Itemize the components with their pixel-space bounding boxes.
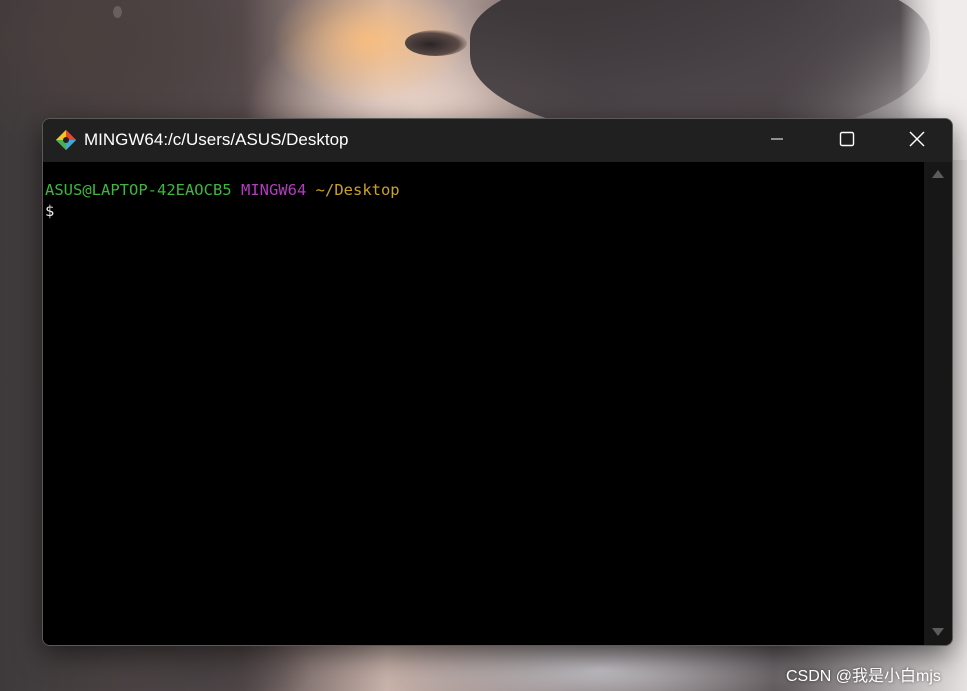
prompt-path: ~/Desktop <box>315 181 400 199</box>
wallpaper-dot <box>113 6 122 18</box>
scroll-down-icon[interactable] <box>932 628 944 636</box>
prompt-system: MINGW64 <box>240 181 307 199</box>
git-bash-window[interactable]: MINGW64:/c/Users/ASUS/Desktop ASUS@LAPTO… <box>42 118 953 646</box>
minimize-button[interactable] <box>742 119 812 162</box>
wallpaper-eye <box>405 30 467 56</box>
command-line[interactable]: $ <box>45 201 54 221</box>
close-button[interactable] <box>882 119 952 162</box>
prompt-symbol: $ <box>45 202 55 220</box>
terminal-scrollbar[interactable] <box>924 162 952 645</box>
scroll-up-icon[interactable] <box>932 170 944 178</box>
minimize-icon <box>770 131 784 150</box>
maximize-button[interactable] <box>812 119 882 162</box>
title-bar[interactable]: MINGW64:/c/Users/ASUS/Desktop <box>43 119 952 162</box>
git-bash-icon[interactable] <box>54 128 78 152</box>
watermark: CSDN @我是小白mjs <box>786 668 941 685</box>
terminal-area[interactable]: ASUS@LAPTOP-42EAOCB5 MINGW64 ~/Desktop $ <box>43 162 924 645</box>
window-title: MINGW64:/c/Users/ASUS/Desktop <box>84 130 349 149</box>
prompt-user-host: ASUS@LAPTOP-42EAOCB5 <box>45 181 232 199</box>
maximize-icon <box>839 131 855 151</box>
prompt-line: ASUS@LAPTOP-42EAOCB5 MINGW64 ~/Desktop <box>45 180 400 200</box>
close-icon <box>909 131 925 151</box>
